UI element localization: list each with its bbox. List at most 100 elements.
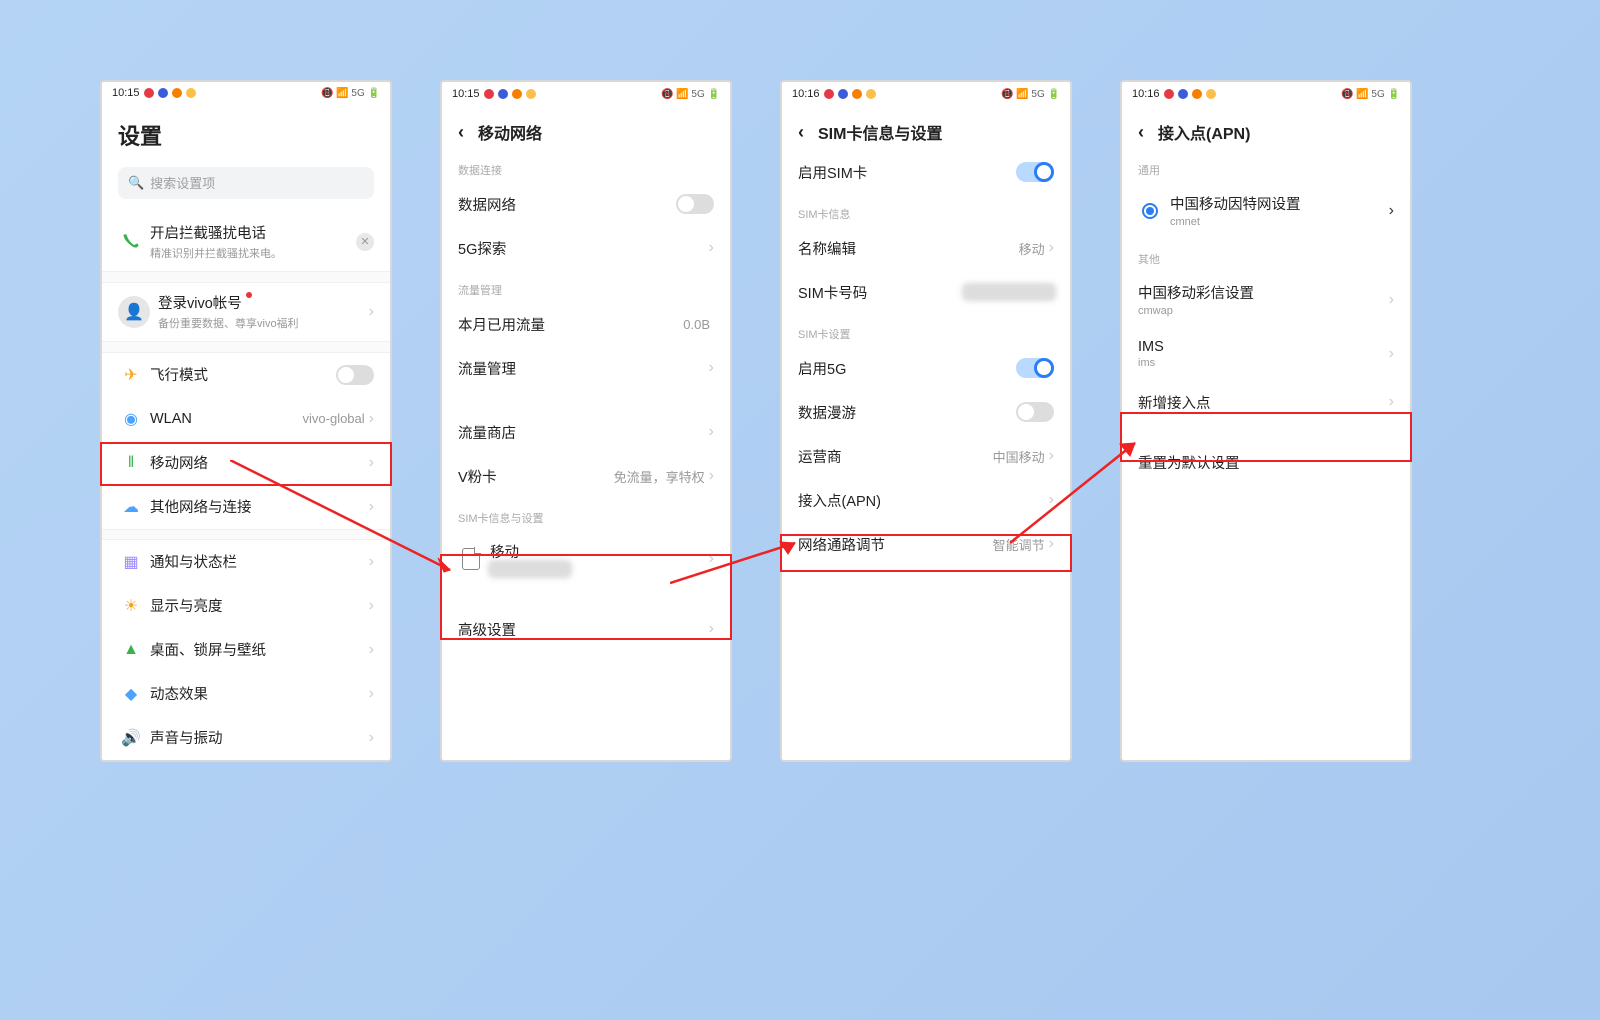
row-label: SIM卡号码 bbox=[798, 282, 964, 303]
row-label: 声音与振动 bbox=[150, 727, 369, 748]
page-title: 接入点(APN) bbox=[1158, 120, 1250, 144]
row-data-network[interactable]: 数据网络 bbox=[442, 182, 730, 226]
divider bbox=[102, 271, 390, 282]
row-month-usage[interactable]: 本月已用流量 0.0B bbox=[442, 302, 730, 346]
block-call-intercept[interactable]: 开启拦截骚扰电话 精准识别并拦截骚扰来电。 ✕ bbox=[102, 213, 390, 272]
radio-selected-icon[interactable] bbox=[1142, 203, 1158, 219]
row-label: 数据网络 bbox=[458, 194, 676, 215]
row-sub: 备份重要数据、尊享vivo福利 bbox=[158, 315, 369, 331]
phone-settings-home: 10:15 📵 📶 5G 🔋 设置 🔍 搜索设置项 开启拦截骚扰电话 精准识别并… bbox=[100, 80, 392, 762]
chevron-right-icon: › bbox=[1389, 345, 1394, 363]
row-wlan[interactable]: ◉ WLAN vivo-global › bbox=[102, 397, 390, 441]
row-new-apn[interactable]: 新增接入点 › bbox=[1122, 380, 1410, 424]
phone-apn: 10:16 📵 📶 5G 🔋 ‹ 接入点(APN) 通用 中国移动因特网设置 c… bbox=[1120, 80, 1412, 762]
chevron-right-icon: › bbox=[709, 550, 714, 568]
row-notifications[interactable]: ▦ 通知与状态栏 › bbox=[102, 540, 390, 584]
row-airplane-mode[interactable]: ✈ 飞行模式 bbox=[102, 353, 390, 397]
row-label: 流量管理 bbox=[458, 358, 709, 379]
notification-icon: ▦ bbox=[123, 552, 138, 572]
row-other-connections[interactable]: ☁ 其他网络与连接 › bbox=[102, 485, 390, 529]
row-advanced[interactable]: 高级设置 › bbox=[442, 607, 730, 651]
row-roaming[interactable]: 数据漫游 bbox=[782, 390, 1070, 434]
row-apn[interactable]: 接入点(APN) › bbox=[782, 478, 1070, 522]
row-label: 桌面、锁屏与壁纸 bbox=[150, 639, 369, 660]
row-label: 移动网络 bbox=[150, 452, 369, 473]
row-label: 中国移动因特网设置 bbox=[1170, 193, 1389, 214]
status-bar: 10:16 📵 📶 5G 🔋 bbox=[1122, 82, 1410, 106]
hidden-number bbox=[490, 562, 570, 576]
status-dot-icon bbox=[1178, 89, 1188, 99]
back-button[interactable]: ‹ bbox=[1138, 122, 1144, 143]
row-label: 中国移动彩信设置 bbox=[1138, 282, 1389, 303]
row-label: 开启拦截骚扰电话 bbox=[150, 222, 356, 243]
airplane-toggle[interactable] bbox=[336, 365, 374, 385]
chevron-right-icon: › bbox=[369, 303, 374, 321]
page-title: 移动网络 bbox=[478, 120, 542, 144]
row-label: 其他网络与连接 bbox=[150, 496, 369, 517]
row-value: 智能调节 bbox=[993, 535, 1045, 554]
row-label: IMS bbox=[1138, 339, 1389, 355]
row-sim-card[interactable]: 移动 › bbox=[442, 530, 730, 587]
row-traffic-store[interactable]: 流量商店 › bbox=[442, 410, 730, 454]
header: 设置 bbox=[102, 105, 390, 157]
status-dot-icon bbox=[852, 89, 862, 99]
back-button[interactable]: ‹ bbox=[458, 122, 464, 143]
status-bar: 10:15 📵 📶 5G 🔋 bbox=[102, 82, 390, 105]
row-desktop[interactable]: ▲ 桌面、锁屏与壁纸 › bbox=[102, 628, 390, 672]
hidden-number bbox=[964, 285, 1054, 299]
row-value: 移动 bbox=[1019, 239, 1045, 258]
search-input[interactable]: 🔍 搜索设置项 bbox=[118, 167, 374, 199]
status-dot-icon bbox=[484, 89, 494, 99]
header: ‹ SIM卡信息与设置 bbox=[782, 106, 1070, 150]
row-apn-ims[interactable]: IMS ims › bbox=[1122, 328, 1410, 380]
row-label: 新增接入点 bbox=[1138, 392, 1389, 413]
row-5g-explore[interactable]: 5G探索 › bbox=[442, 226, 730, 270]
roaming-toggle[interactable] bbox=[1016, 402, 1054, 422]
status-dot-icon bbox=[824, 89, 834, 99]
row-carrier[interactable]: 运营商 中国移动 › bbox=[782, 434, 1070, 478]
row-display[interactable]: ☀ 显示与亮度 › bbox=[102, 584, 390, 628]
row-label: V粉卡 bbox=[458, 466, 614, 487]
row-mobile-network[interactable]: ‖ 移动网络 › bbox=[102, 441, 390, 485]
row-enable-sim[interactable]: 启用SIM卡 bbox=[782, 150, 1070, 194]
row-label: 登录vivo帐号 bbox=[158, 292, 369, 313]
section-label: 其他 bbox=[1122, 239, 1410, 271]
row-reset-default[interactable]: 重置为默认设置 bbox=[1122, 440, 1410, 484]
row-enable-5g[interactable]: 启用5G bbox=[782, 346, 1070, 390]
row-sub: ims bbox=[1138, 357, 1389, 369]
data-toggle[interactable] bbox=[676, 194, 714, 214]
header: ‹ 移动网络 bbox=[442, 106, 730, 150]
chevron-right-icon: › bbox=[1049, 447, 1054, 465]
row-motion[interactable]: ◆ 动态效果 › bbox=[102, 672, 390, 716]
sound-icon: 🔊 bbox=[121, 728, 141, 748]
row-sub: 精准识别并拦截骚扰来电。 bbox=[150, 245, 356, 261]
row-vcard[interactable]: V粉卡 免流量，享特权 › bbox=[442, 454, 730, 498]
row-label: 名称编辑 bbox=[798, 238, 1019, 259]
close-icon[interactable]: ✕ bbox=[356, 233, 374, 251]
row-value: 0.0B bbox=[683, 317, 710, 332]
row-apn-cmnet[interactable]: 中国移动因特网设置 cmnet › bbox=[1122, 182, 1410, 239]
row-value: vivo-global bbox=[303, 411, 365, 426]
chevron-right-icon: › bbox=[369, 553, 374, 571]
search-icon: 🔍 bbox=[128, 175, 144, 191]
status-time: 10:15 bbox=[112, 87, 140, 99]
account-login[interactable]: 👤 登录vivo帐号 备份重要数据、尊享vivo福利 › bbox=[102, 283, 390, 342]
status-indicators: 📵 📶 5G 🔋 bbox=[1001, 89, 1060, 100]
motion-icon: ◆ bbox=[125, 684, 137, 704]
row-traffic-mgmt[interactable]: 流量管理 › bbox=[442, 346, 730, 390]
row-sim-number[interactable]: SIM卡号码 bbox=[782, 270, 1070, 314]
status-time: 10:15 bbox=[452, 88, 480, 100]
phone-mobile-network: 10:15 📵 📶 5G 🔋 ‹ 移动网络 数据连接 数据网络 5G探索 › 流… bbox=[440, 80, 732, 762]
status-dot-icon bbox=[144, 88, 154, 98]
row-net-tune[interactable]: 网络通路调节 智能调节 › bbox=[782, 522, 1070, 566]
chevron-right-icon: › bbox=[369, 685, 374, 703]
phone-sim-settings: 10:16 📵 📶 5G 🔋 ‹ SIM卡信息与设置 启用SIM卡 SIM卡信息… bbox=[780, 80, 1072, 762]
row-name-edit[interactable]: 名称编辑 移动 › bbox=[782, 226, 1070, 270]
enable-sim-toggle[interactable] bbox=[1016, 162, 1054, 182]
row-label: 启用SIM卡 bbox=[798, 162, 1016, 183]
row-apn-cmwap[interactable]: 中国移动彩信设置 cmwap › bbox=[1122, 271, 1410, 328]
row-sound[interactable]: 🔊 声音与振动 › bbox=[102, 716, 390, 760]
chevron-right-icon: › bbox=[369, 454, 374, 472]
enable-5g-toggle[interactable] bbox=[1016, 358, 1054, 378]
back-button[interactable]: ‹ bbox=[798, 122, 804, 143]
